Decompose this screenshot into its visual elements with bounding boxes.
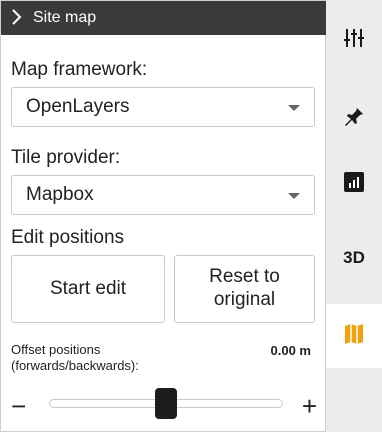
panel-header[interactable]: Site map xyxy=(1,1,327,35)
minus-button[interactable]: − xyxy=(11,393,26,419)
offset-value: 0.00 m xyxy=(270,343,311,358)
slider-thumb[interactable] xyxy=(155,388,177,419)
rail-item-3d[interactable]: 3D xyxy=(326,226,382,290)
offset-label-line2: (forwards/backwards): xyxy=(11,358,139,373)
chevron-right-icon xyxy=(11,8,27,28)
map-framework-label: Map framework: xyxy=(11,59,148,80)
dropdown-caret-icon xyxy=(288,105,300,111)
map-icon xyxy=(344,323,364,350)
map-framework-select[interactable]: OpenLayers xyxy=(11,87,315,127)
start-edit-button[interactable]: Start edit xyxy=(11,255,165,323)
dropdown-caret-icon xyxy=(288,193,300,199)
reset-label-line2: original xyxy=(213,289,276,310)
reset-label-line1: Reset to xyxy=(209,266,280,288)
tile-provider-value: Mapbox xyxy=(26,184,94,205)
tile-provider-select[interactable]: Mapbox xyxy=(11,175,315,215)
start-edit-label: Start edit xyxy=(49,277,127,299)
edit-positions-label: Edit positions xyxy=(11,227,125,248)
offset-slider: − + xyxy=(11,387,317,427)
slider-track[interactable] xyxy=(49,388,283,419)
plus-button[interactable]: + xyxy=(302,393,317,419)
rail-item-pin[interactable] xyxy=(326,86,382,150)
tile-provider-label: Tile provider: xyxy=(11,147,121,168)
site-map-panel: Site map Map framework: OpenLayers Tile … xyxy=(0,0,327,432)
pin-icon xyxy=(343,105,365,132)
map-framework-value: OpenLayers xyxy=(26,96,130,117)
panel-title: Site map xyxy=(33,9,97,26)
reset-to-original-button[interactable]: Reset to original xyxy=(174,255,315,323)
rail-item-settings[interactable] xyxy=(326,8,382,72)
rail-item-map[interactable] xyxy=(326,304,382,368)
reset-to-original-label: Reset to original xyxy=(209,266,280,312)
rail-item-chart[interactable] xyxy=(326,152,382,216)
3d-label: 3D xyxy=(343,248,365,267)
sliders-icon xyxy=(343,27,365,54)
offset-label-line1: Offset positions xyxy=(11,342,101,357)
offset-positions-label: Offset positions (forwards/backwards): xyxy=(11,342,139,374)
side-toolbar: 3D xyxy=(326,0,382,432)
bar-chart-icon xyxy=(343,171,365,198)
